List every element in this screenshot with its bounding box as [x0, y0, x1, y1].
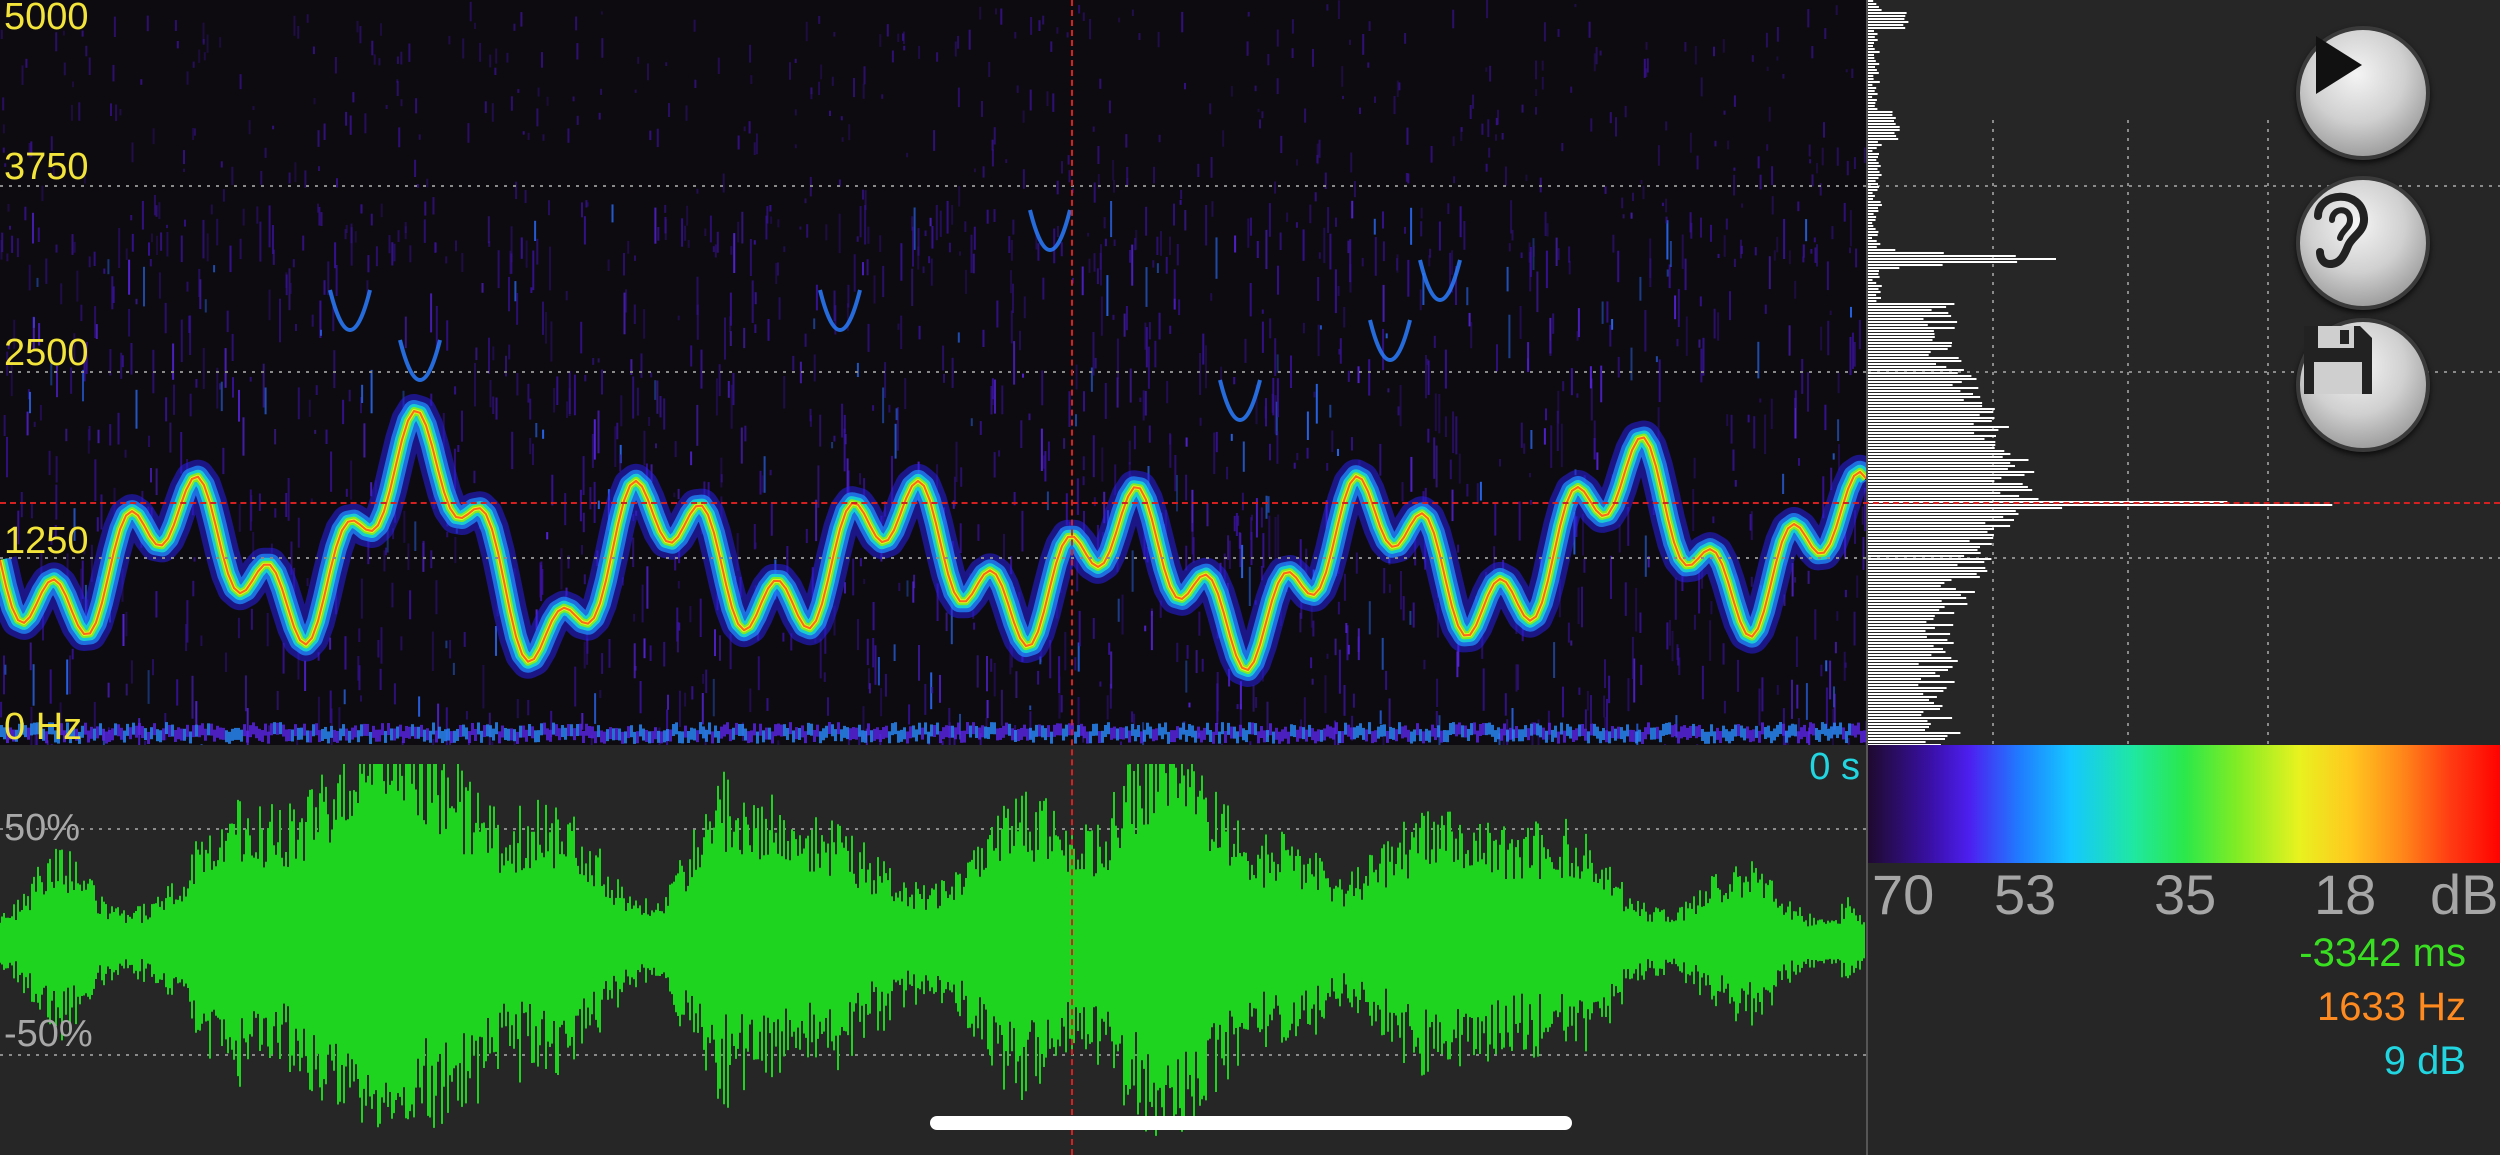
harmonic-arc-6: [1418, 259, 1462, 302]
cursor-time-readout: -3342 ms: [2299, 931, 2466, 975]
freq-label-3750: 3750: [4, 146, 89, 188]
waveform-bars: [0, 764, 1865, 1136]
waveform-plot: [0, 764, 1866, 1136]
ear-icon: [2314, 192, 2368, 269]
play-icon: [2316, 36, 2362, 94]
spectrum-analyzer-screen: 5000 3750 2500 1250 0 Hz 50% -50% 0 s 70…: [0, 0, 2500, 1155]
harmonic-arc-5: [1368, 319, 1412, 362]
db-tick-18: 18: [2314, 863, 2377, 926]
freq-label-2500: 2500: [4, 332, 89, 374]
db-tick-53: 53: [1994, 863, 2057, 926]
cursor-vertical-line[interactable]: [1071, 0, 1073, 1155]
db-tick-70: 70: [1872, 863, 1935, 926]
spectrogram-plot: [0, 0, 1866, 745]
play-button[interactable]: [2296, 26, 2430, 160]
db-colorbar: [1868, 745, 2500, 863]
legend-panel: 70 53 35 18 dB -3342 ms 1633 Hz 9 dB: [1866, 745, 2500, 1155]
cursor-level-readout: 9 dB: [2383, 1039, 2466, 1083]
db-tick-35: 35: [2154, 863, 2217, 926]
save-button[interactable]: [2296, 318, 2430, 452]
harmonic-arc-4: [1218, 379, 1262, 422]
spectrum-bars: [1868, 0, 2333, 745]
spectrogram-view[interactable]: 5000 3750 2500 1250 0 Hz: [0, 0, 1866, 745]
home-indicator[interactable]: [930, 1116, 1572, 1130]
amp-label-plus-50: 50%: [4, 807, 81, 849]
freq-label-5000: 5000: [4, 0, 89, 38]
listen-button[interactable]: [2296, 176, 2430, 310]
floppy-disk-icon: [2304, 326, 2372, 394]
cursor-frequency-readout: 1633 Hz: [2317, 985, 2466, 1029]
time-origin-label: 0 s: [1809, 746, 1860, 788]
freq-label-1250: 1250: [4, 520, 89, 562]
amp-label-minus-50: -50%: [4, 1013, 93, 1055]
waveform-view[interactable]: 50% -50% 0 s: [0, 745, 1866, 1155]
db-unit-label: dB: [2430, 863, 2499, 926]
harmonic-arc-2: [818, 289, 862, 332]
freq-label-0hz: 0 Hz: [4, 706, 83, 745]
cursor-horizontal-line[interactable]: [0, 502, 2500, 504]
spectrum-panel: [1866, 0, 2500, 745]
